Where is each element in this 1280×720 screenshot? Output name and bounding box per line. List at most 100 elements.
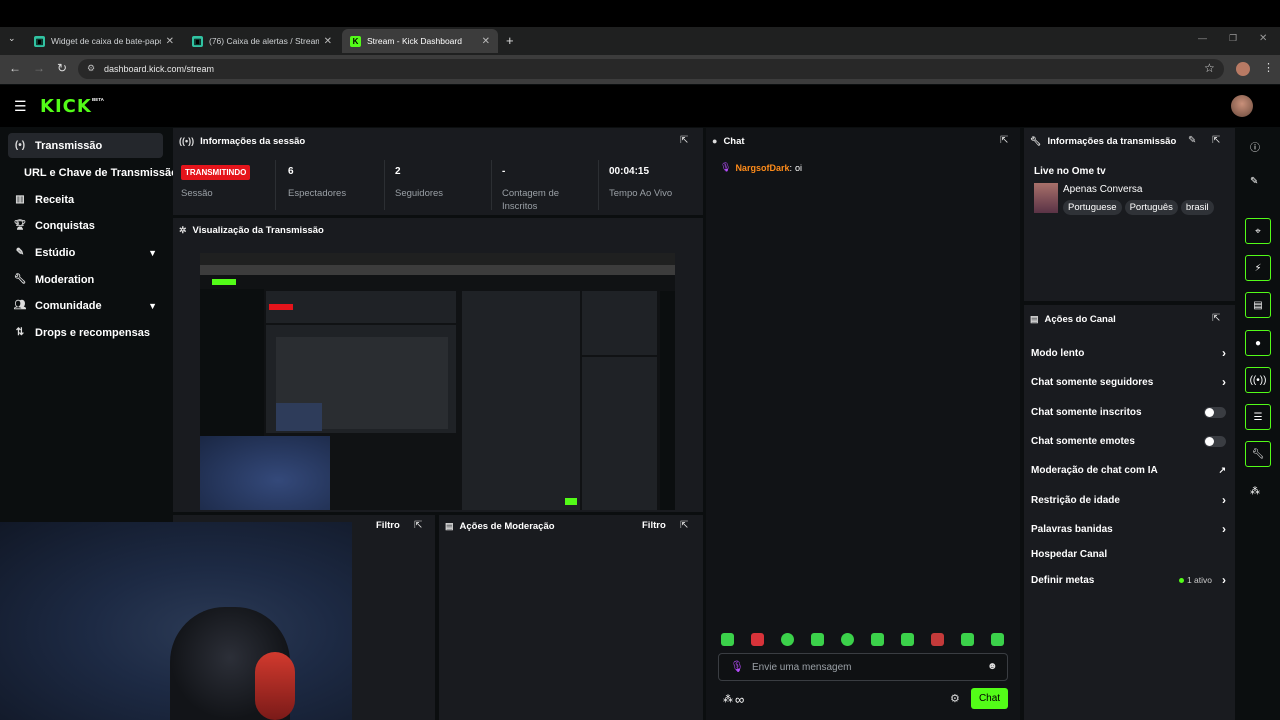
kick-logo[interactable]: KICK [40,96,92,117]
popout-icon[interactable]: ⇱ [1000,135,1008,146]
new-tab-icon[interactable]: + [506,33,514,48]
emoji-icon[interactable]: ☻ [987,661,998,672]
emote-icon[interactable] [871,633,884,646]
tag[interactable]: Portuguese [1063,200,1122,215]
popout-icon[interactable]: ⇱ [680,520,688,531]
emote-icon[interactable] [841,633,854,646]
sidebar-item-conquistas[interactable]: 🏆︎ Conquistas [8,213,163,238]
emote-icon[interactable] [991,633,1004,646]
channel-actions-header: ▤ Ações do Canal [1030,308,1116,330]
trophy-icon: 🏆︎ [13,220,27,231]
edit-icon[interactable]: ✎ [1250,176,1258,187]
popout-icon[interactable]: ⇱ [1212,313,1220,324]
sidebar-item-moderation[interactable]: 🔧︎ Moderation [8,267,163,292]
wrench-icon: 🔧︎ [13,274,27,285]
action-label: Modo lento [1031,347,1085,359]
panel-title: Chat [723,135,745,147]
tab-list-dropdown-icon[interactable]: ⌄ [8,33,16,44]
user-avatar[interactable] [1231,95,1253,117]
rail-scan-icon[interactable]: ⌖ [1245,218,1271,244]
action-age-restriction[interactable]: Restrição de idade › [1031,490,1226,510]
broadcast-icon: ((•)) [179,136,195,146]
stream-preview-video[interactable] [200,253,675,510]
action-followers-only[interactable]: Chat somente seguidores › [1031,372,1226,392]
sidebar-item-estudio[interactable]: ✎ Estúdio ▼ [8,240,163,265]
subscribers-only-toggle[interactable] [1204,406,1226,418]
emote-icon[interactable] [721,633,734,646]
browser-menu-icon[interactable]: ⋮ [1263,61,1274,74]
chevron-right-icon: › [1222,573,1226,587]
profile-avatar[interactable] [1236,62,1250,76]
filter-button[interactable]: Filtro [376,520,400,531]
forward-icon[interactable]: → [33,61,45,75]
sidebar-item-receita[interactable]: ▥ Receita [8,187,163,212]
browser-tab[interactable]: ▣ Widget de caixa de bate-papo ✕ [26,29,182,53]
action-ai-moderation[interactable]: Moderação de chat com IA ↗ [1031,460,1226,480]
tag[interactable]: brasil [1180,200,1214,215]
close-tab-icon[interactable]: ✕ [482,36,490,47]
chat-send-button[interactable]: Chat [971,688,1008,709]
rail-community-icon[interactable]: ⁂ [1250,486,1260,497]
moderation-icon: ▤ [445,520,454,531]
info-icon[interactable]: ⓘ [1250,139,1260,154]
points-icon: ⁂ [723,694,733,705]
popout-icon[interactable]: ⇱ [1212,135,1220,146]
kick-icon: K [350,35,361,47]
edit-icon[interactable]: ✎ [1188,135,1196,146]
rail-broadcast-icon[interactable]: ((•)) [1245,367,1271,393]
rail-document-icon[interactable]: ▤ [1245,292,1271,318]
url-input[interactable]: ⚙ dashboard.kick.com/stream [78,59,1224,79]
webcam-overlay [0,522,352,720]
rail-wrench-icon[interactable]: 🔧︎ [1245,441,1271,467]
filter-button[interactable]: Filtro [642,520,666,531]
sidebar-item-transmissao[interactable]: (•) Transmissão [8,133,163,158]
sidebar-item-url-chave[interactable]: URL e Chave de Transmissão [8,160,173,185]
emotes-only-toggle[interactable] [1204,435,1226,447]
active-dot [1178,577,1184,583]
preview-session [266,291,456,323]
popout-icon[interactable]: ⇱ [680,135,688,146]
restore-icon[interactable]: ❐ [1229,33,1237,44]
popout-icon[interactable]: ⇱ [414,520,422,531]
close-tab-icon[interactable]: ✕ [324,36,332,47]
stat-session: Sessão [181,160,276,210]
minimize-icon[interactable]: — [1198,33,1207,43]
site-info-icon[interactable]: ⚙ [87,63,95,74]
chat-username[interactable]: NargsofDark [735,163,789,173]
action-set-goals[interactable]: Definir metas 1 ativo › [1031,570,1226,590]
sidebar-item-drops[interactable]: ⇅ Drops e recompensas [8,320,163,345]
tag[interactable]: Português [1124,200,1178,215]
action-label: Hospedar Canal [1031,548,1108,560]
close-window-icon[interactable]: ✕ [1259,33,1267,44]
rail-lightning-icon[interactable]: ⚡︎ [1245,255,1271,281]
browser-tab-active[interactable]: K Stream - Kick Dashboard ✕ [342,29,498,53]
hamburger-menu-icon[interactable]: ☰ [14,98,27,115]
channel-actions-panel [1024,305,1235,720]
rail-chat-icon[interactable]: ● [1245,330,1271,356]
emote-icon[interactable] [811,633,824,646]
category-name[interactable]: Apenas Conversa [1063,184,1143,195]
emote-icon[interactable] [901,633,914,646]
chat-settings-icon[interactable]: ⚙ [950,692,960,705]
rail-layout-icon[interactable]: ☰ [1245,404,1271,430]
emote-icon[interactable] [931,633,944,646]
session-info-header: ((•)) Informações da sessão [179,130,305,152]
back-icon[interactable]: ← [9,61,21,75]
chat-message-input[interactable]: 🎙︎ Envie uma mensagem ☻ [718,653,1008,681]
reload-icon[interactable]: ↻ [57,61,67,75]
chevron-right-icon: › [1222,375,1226,389]
goals-status-text: 1 ativo [1186,575,1212,585]
action-slow-mode[interactable]: Modo lento › [1031,343,1226,363]
close-tab-icon[interactable]: ✕ [166,36,174,47]
emote-icon[interactable] [961,633,974,646]
preview-channel-actions [582,357,657,510]
sidebar-item-label: Estúdio [35,246,76,259]
action-banned-words[interactable]: Palavras banidas › [1031,519,1226,539]
emote-icon[interactable] [751,633,764,646]
sidebar-item-comunidade[interactable]: 👥︎ Comunidade ▼ [8,293,163,318]
action-emotes-only: Chat somente emotes [1031,431,1226,451]
action-host-channel[interactable]: Hospedar Canal [1031,544,1226,564]
browser-tab[interactable]: ▣ (76) Caixa de alertas / Streamlabs ✕ [184,29,340,53]
emote-icon[interactable] [781,633,794,646]
bookmark-star-icon[interactable]: ☆ [1204,61,1215,75]
